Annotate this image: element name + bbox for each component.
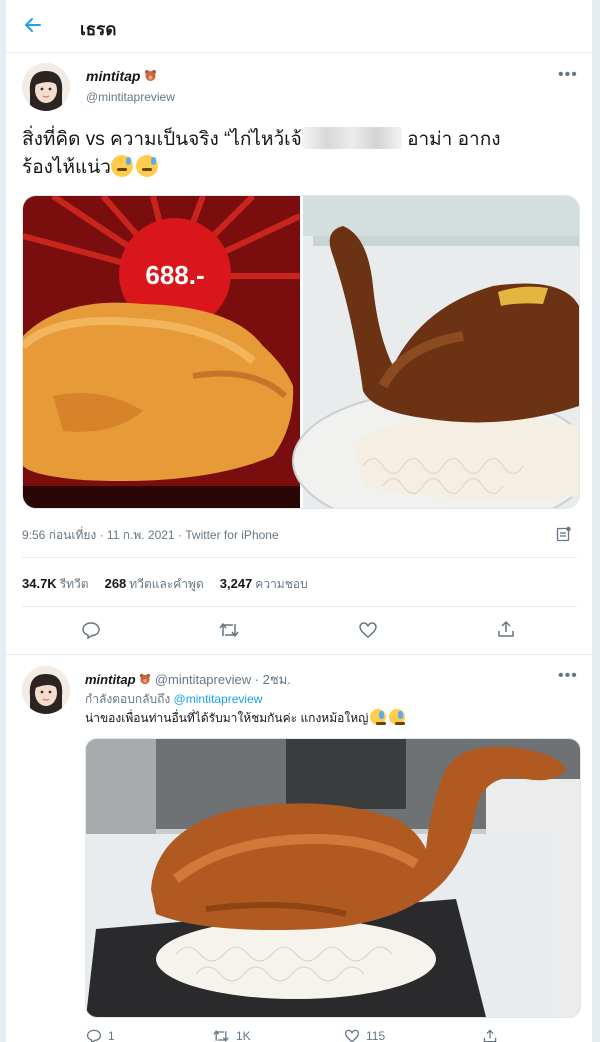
reply-header: mintitap @mintitapreview · 2ชม.	[85, 669, 291, 690]
anxious-face-emoji-icon	[110, 155, 133, 177]
advert-image	[23, 196, 302, 508]
share-icon	[483, 1029, 497, 1042]
back-arrow-icon	[25, 18, 41, 32]
reply-media[interactable]	[85, 738, 581, 1018]
like-icon[interactable]	[358, 620, 378, 640]
replying-to-handle[interactable]: @mintitapreview	[174, 692, 263, 706]
teddy-bear-icon	[145, 70, 157, 81]
reply-icon	[86, 1029, 102, 1042]
reply-time[interactable]: · 2ชม.	[255, 672, 291, 687]
thread-page: เธรด mintitap @mintitapreview ••• สิ่งที…	[6, 0, 592, 1042]
reply-reply-action[interactable]: 1	[86, 1028, 115, 1042]
reply-handle[interactable]: @mintitapreview	[155, 672, 251, 687]
reply-text: น่าของเพื่อนท่านอื่นที่ได้รับมาให้ชมกันค…	[85, 709, 406, 728]
reality-image	[292, 196, 579, 508]
replying-to: กำลังตอบกลับถึง @mintitapreview	[85, 692, 263, 706]
reply-avatar[interactable]	[22, 666, 70, 714]
reply-icon[interactable]	[81, 620, 101, 640]
worried-face-emoji-icon	[370, 709, 387, 725]
analytics-icon[interactable]	[556, 526, 572, 542]
tweet-media[interactable]: 688.-	[22, 195, 580, 509]
blurred-text	[301, 127, 402, 149]
divider	[22, 606, 577, 607]
share-icon[interactable]	[496, 619, 516, 639]
divider	[6, 654, 592, 655]
reply-retweet-action[interactable]: 1K	[212, 1028, 251, 1042]
avatar[interactable]	[22, 63, 70, 111]
chicken-photo	[86, 739, 580, 1017]
likes-stat[interactable]: 3,247 ความชอบ	[220, 575, 308, 594]
user-handle[interactable]: @mintitapreview	[86, 90, 175, 104]
more-options-icon[interactable]: •••	[558, 667, 578, 685]
retweet-icon	[213, 1030, 229, 1042]
divider	[22, 557, 577, 558]
quote-tweets-stat[interactable]: 268 ทวีตและคำพูด	[105, 575, 204, 594]
reply-share-action[interactable]	[482, 1028, 498, 1042]
reply-like-action[interactable]: 115	[344, 1028, 385, 1042]
price-tag: 688.-	[145, 260, 204, 290]
more-options-icon[interactable]: •••	[558, 66, 578, 84]
tweet-text: สิ่งที่คิด vs ความเป็นจริง “ไก่ไหว้เจ้ อ…	[22, 127, 501, 178]
retweet-icon[interactable]	[218, 620, 240, 640]
back-button[interactable]	[20, 12, 46, 38]
page-title: เธรด	[80, 20, 117, 39]
retweets-stat[interactable]: 34.7K รีทวีต	[22, 575, 89, 594]
reply-display-name[interactable]: mintitap	[85, 672, 136, 687]
like-icon	[344, 1029, 360, 1042]
display-name[interactable]: mintitap	[86, 68, 157, 84]
tweet-stats: 34.7K รีทวีต 268 ทวีตและคำพูด 3,247 ความชอบ	[22, 575, 308, 594]
reply-actions: 1 1K 115	[82, 1028, 562, 1042]
worried-face-emoji-icon	[389, 709, 406, 725]
anxious-face-emoji-icon	[135, 155, 158, 177]
teddy-bear-icon	[140, 673, 151, 685]
top-bar: เธรด	[6, 0, 592, 53]
tweet-timestamp[interactable]: 9:56 ก่อนเที่ยง · 11 ก.พ. 2021 · Twitter…	[22, 526, 279, 545]
